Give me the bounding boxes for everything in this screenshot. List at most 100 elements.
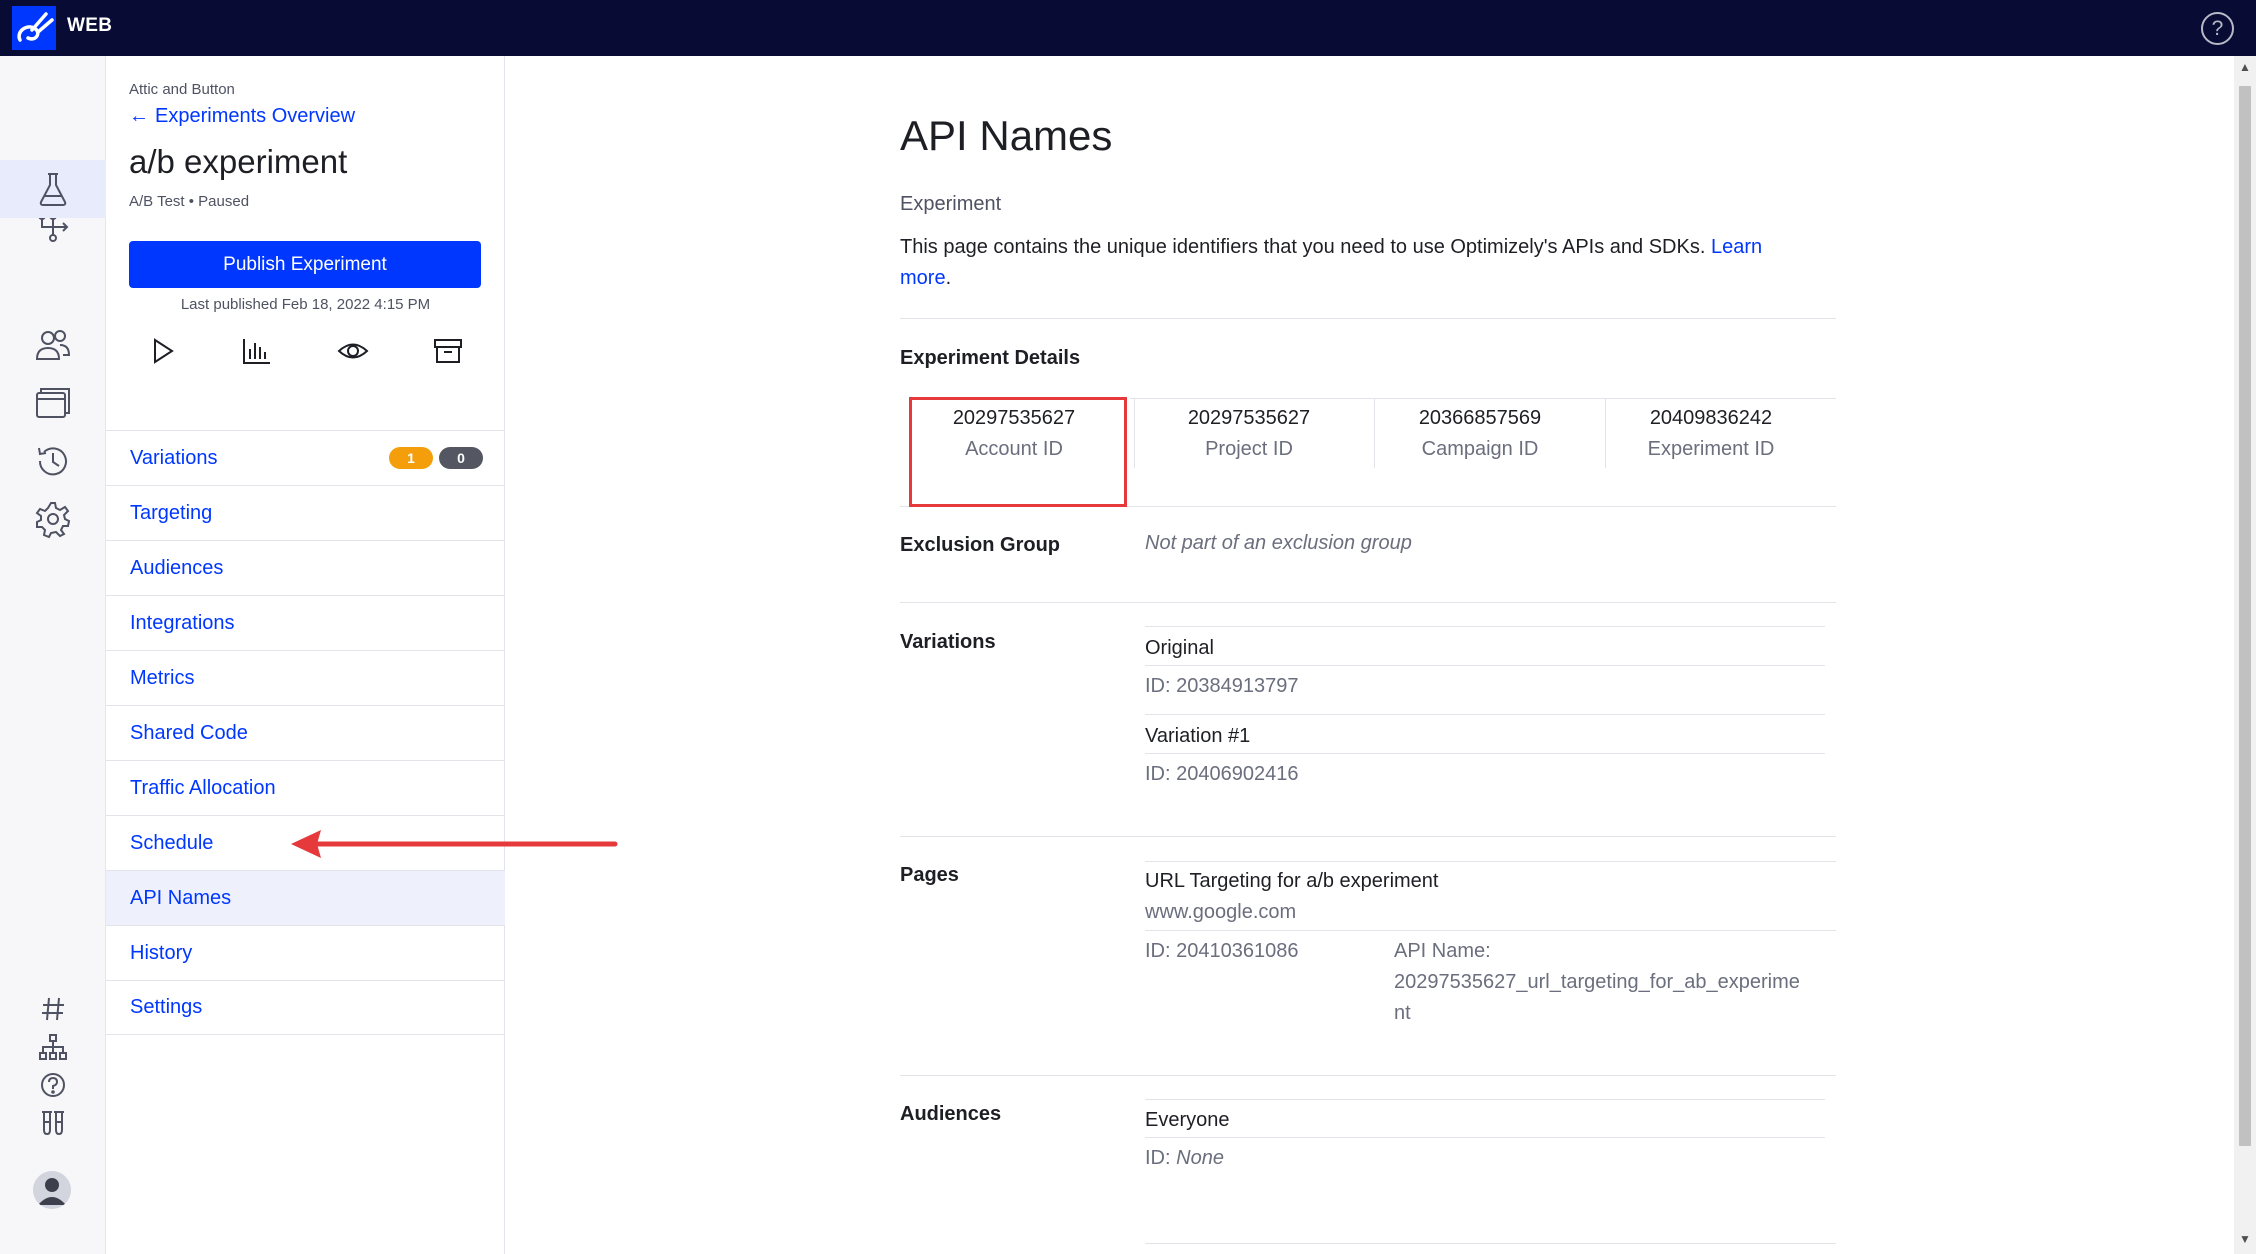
annotation-arrow-icon [291, 830, 618, 858]
start-button[interactable] [141, 330, 183, 372]
rail-history[interactable] [0, 432, 106, 490]
rail-experiments[interactable] [0, 160, 106, 218]
top-bar: WEB ? [0, 0, 2256, 56]
rail-pages[interactable] [0, 374, 106, 432]
sidebar-item-label: Metrics [130, 666, 195, 689]
audiences-icon [35, 330, 71, 360]
archive-button[interactable] [427, 330, 469, 372]
audience-name: Everyone [1145, 1109, 1230, 1131]
sidebar-item-metrics[interactable]: Metrics [106, 650, 505, 705]
hash-icon [42, 997, 64, 1021]
help-icon[interactable]: ? [2201, 12, 2234, 45]
divider [1145, 1099, 1825, 1100]
last-published-text: Last published Feb 18, 2022 4:15 PM [180, 296, 431, 313]
scroll-down-icon[interactable]: ▼ [2234, 1232, 2256, 1250]
divider [900, 836, 1836, 837]
preview-eye-icon [337, 343, 369, 359]
divider [900, 602, 1836, 603]
sidebar-item-targeting[interactable]: Targeting [106, 485, 505, 540]
page-api-name-label: API Name: [1394, 940, 1491, 962]
divider [1145, 665, 1825, 666]
page-name: URL Targeting for a/b experiment [1145, 870, 1439, 892]
avatar[interactable] [33, 1171, 71, 1209]
sidebar-item-label: Audiences [130, 556, 224, 579]
experiments-overview-link[interactable]: ← Experiments Overview [129, 105, 355, 128]
live-count-badge: 0 [439, 447, 483, 469]
experiments-flask-icon [39, 173, 67, 206]
help-circle-icon [41, 1073, 65, 1097]
variation-original-name: Original [1145, 637, 1214, 659]
back-arrow-icon: ← [129, 105, 149, 127]
sidebar-item-api-names[interactable]: API Names [106, 870, 505, 925]
user-avatar-icon [33, 1171, 71, 1209]
sidebar-item-audiences[interactable]: Audiences [106, 540, 505, 595]
pages-heading: Pages [900, 864, 959, 886]
page-id: ID: 20410361086 [1145, 940, 1299, 962]
publish-experiment-button[interactable]: Publish Experiment [129, 241, 481, 288]
intro-body: This page contains the unique identifier… [900, 236, 1711, 258]
sidebar-item-settings[interactable]: Settings [106, 980, 505, 1035]
experiment-sidebar: Attic and Button ← Experiments Overview a… [106, 56, 505, 1254]
divider [900, 318, 1836, 319]
experiment-actions [129, 330, 481, 372]
page-scrollbar[interactable]: ▲ ▼ [2234, 56, 2256, 1254]
experiment-id-label: Experiment ID [1647, 438, 1775, 460]
results-button[interactable] [236, 330, 278, 372]
audience-id-value: None [1176, 1147, 1224, 1169]
back-link-label: Experiments Overview [155, 105, 356, 127]
rail-sitemap[interactable] [0, 1028, 106, 1066]
sidebar-item-shared-code[interactable]: Shared Code [106, 705, 505, 760]
sidebar-item-label: Settings [130, 996, 203, 1018]
scroll-thumb[interactable] [2239, 86, 2251, 1146]
campaign-id-label: Campaign ID [1421, 438, 1539, 460]
divider [1145, 1137, 1825, 1138]
page-api-name-value: 20297535627_url_targeting_for_ab_experim… [1394, 971, 1800, 993]
scroll-up-icon[interactable]: ▲ [2234, 60, 2256, 78]
archive-icon [433, 339, 462, 363]
optimizely-logo-icon[interactable] [12, 6, 56, 50]
variation-badges: 10 [389, 447, 483, 469]
divider [1145, 714, 1825, 715]
project-id-value: 20297535627 [1187, 407, 1311, 429]
audience-id: ID: None [1145, 1147, 1224, 1170]
sidebar-item-label: Variations [130, 446, 218, 469]
experiment-meta: A/B Test • Paused [129, 193, 250, 210]
divider [900, 1075, 1836, 1076]
settings-gear-icon [35, 502, 71, 539]
sidebar-item-label: Targeting [130, 501, 213, 524]
project-id-label: Project ID [1205, 438, 1293, 460]
sidebar-item-history[interactable]: History [106, 925, 505, 980]
sidebar-item-traffic-allocation[interactable]: Traffic Allocation [106, 760, 505, 815]
left-rail [0, 56, 106, 1254]
project-name: Attic and Button [129, 81, 235, 98]
rail-settings[interactable] [0, 490, 106, 548]
page-api-name-value-wrap: nt [1394, 1002, 1411, 1024]
sidebar-item-integrations[interactable]: Integrations [106, 595, 505, 650]
annotation-highlight-box [909, 397, 1127, 507]
rail-audiences[interactable] [0, 316, 106, 374]
sidebar-item-label: History [130, 941, 193, 964]
results-chart-icon [243, 339, 271, 364]
sidebar-item-variations[interactable]: Variations 1 0 [106, 430, 505, 485]
experiment-nav: Variations 1 0 Targeting Audiences Integratio… [106, 430, 505, 1035]
sidebar-item-label: Shared Code [130, 721, 248, 744]
intro-text: This page contains the unique identifier… [900, 232, 1800, 294]
rail-labs[interactable] [0, 1104, 106, 1142]
rail-help[interactable] [0, 1066, 106, 1104]
divider [1145, 930, 1836, 931]
exclusion-group-heading: Exclusion Group [900, 534, 1061, 556]
campaign-id-value: 20366857569 [1418, 407, 1542, 429]
divider [1145, 753, 1825, 754]
variations-heading: Variations [900, 631, 996, 653]
experiment-details-heading: Experiment Details [900, 347, 1081, 369]
variation-1-name: Variation #1 [1145, 725, 1251, 747]
audiences-heading: Audiences [900, 1103, 1002, 1125]
rail-hash[interactable] [0, 990, 106, 1028]
sidebar-item-label: Traffic Allocation [130, 776, 276, 799]
experiment-title: a/b experiment [129, 143, 348, 180]
history-icon [38, 447, 67, 476]
draft-count-badge: 1 [389, 447, 433, 469]
preview-button[interactable] [332, 330, 374, 372]
variation-1-id: ID: 20406902416 [1145, 763, 1299, 785]
divider [1145, 1243, 1836, 1244]
